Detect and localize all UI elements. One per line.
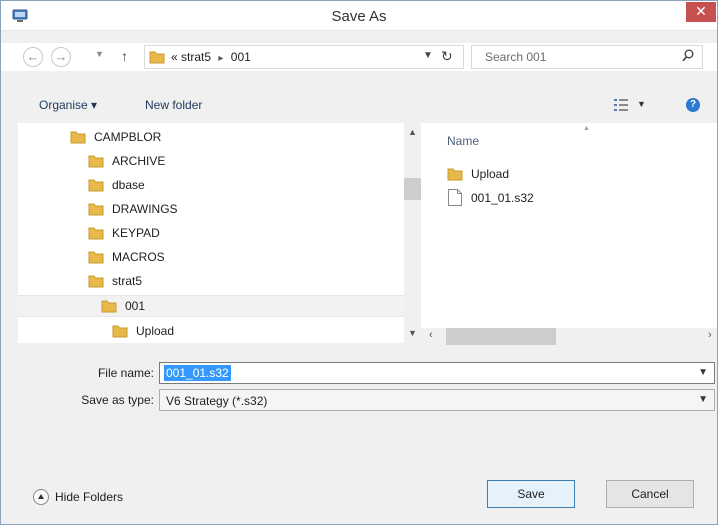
back-button[interactable]: ← (23, 47, 43, 67)
address-dropdown-icon[interactable]: ▼ (423, 50, 433, 61)
folder-icon (149, 51, 165, 64)
chevron-down-icon[interactable]: ▼ (698, 394, 708, 405)
tree-item-archive[interactable]: ARCHIVE (88, 151, 400, 171)
tree-item-001[interactable]: 001 (18, 295, 404, 317)
up-arrow-icon[interactable]: ↑ (121, 48, 128, 64)
sort-ascending-icon: ▲ (583, 125, 590, 132)
close-button[interactable]: ✕ (686, 2, 716, 22)
cancel-button[interactable]: Cancel (606, 480, 694, 508)
navigation-pane: CAMPBLOR ARCHIVE dbase DRAWINGS KEYPAD M… (18, 123, 404, 343)
savetype-value: V6 Strategy (*.s32) (166, 394, 268, 408)
tree-item-label: dbase (112, 178, 145, 192)
address-bar[interactable]: « strat5 ▸ 001 ▼ ↻ (144, 45, 464, 69)
tree-item-label: strat5 (112, 274, 143, 288)
new-folder-button[interactable]: New folder (145, 98, 202, 112)
recent-locations-dropdown[interactable]: ▼ (95, 49, 104, 59)
folder-icon (88, 251, 104, 264)
tree-item-macros[interactable]: MACROS (88, 247, 400, 267)
view-dropdown-icon[interactable]: ▼ (637, 99, 646, 109)
folder-icon (447, 168, 463, 181)
scroll-down-icon[interactable]: ▼ (408, 328, 417, 338)
scroll-up-icon[interactable]: ▲ (408, 127, 417, 137)
back-arrow-icon: ← (26, 49, 40, 64)
breadcrumb-strat5[interactable]: strat5 (181, 50, 211, 64)
breadcrumb-overflow[interactable]: « (171, 50, 178, 64)
address-row: ← → ▼ ↑ « strat5 ▸ 001 ▼ ↻ Search 001 (1, 43, 717, 71)
breadcrumb-separator-icon[interactable]: ▸ (218, 53, 223, 64)
hide-folders-label: Hide Folders (55, 490, 124, 504)
breadcrumb: « strat5 ▸ 001 (171, 50, 251, 64)
filename-label: File name: (97, 366, 154, 380)
tree-item-label: Upload (136, 324, 175, 338)
folder-icon (101, 300, 117, 313)
folder-icon (70, 131, 86, 144)
forward-arrow-icon: → (54, 49, 68, 64)
tree-item-label: DRAWINGS (112, 202, 178, 216)
collapse-up-icon (33, 489, 49, 505)
breadcrumb-001[interactable]: 001 (231, 50, 251, 64)
dialog-title: Save As (331, 8, 387, 25)
filename-input[interactable]: 001_01.s32 ▼ (159, 362, 715, 384)
view-options-icon[interactable] (614, 99, 628, 111)
tree-item-strat5[interactable]: strat5 (88, 271, 400, 291)
file-item-label: Upload (471, 167, 510, 181)
folder-icon (88, 227, 104, 240)
scroll-thumb[interactable] (446, 328, 556, 345)
tree-item-label: CAMPBLOR (94, 130, 162, 144)
tree-item-keypad[interactable]: KEYPAD (88, 223, 400, 243)
folder-icon (88, 203, 104, 216)
title-bar[interactable]: Save As ✕ (1, 1, 717, 31)
tree-item-label: ARCHIVE (112, 154, 166, 168)
tree-item-upload[interactable]: Upload (112, 321, 400, 341)
file-list-scrollbar[interactable]: ‹ › (421, 328, 717, 345)
save-as-dialog: Save As ✕ ← → ▼ ↑ « strat5 ▸ 001 ▼ ↻ Sea… (0, 0, 718, 525)
search-input[interactable]: Search 001 (471, 45, 703, 69)
file-item-001-01[interactable]: 001_01.s32 (447, 189, 597, 209)
forward-button[interactable]: → (51, 47, 71, 67)
save-button[interactable]: Save (487, 480, 575, 508)
tree-item-campblor[interactable]: CAMPBLOR (70, 127, 400, 147)
folder-icon (88, 155, 104, 168)
search-placeholder: Search 001 (485, 50, 547, 64)
filename-value: 001_01.s32 (164, 365, 231, 381)
tree-item-drawings[interactable]: DRAWINGS (88, 199, 400, 219)
file-icon (448, 189, 462, 206)
organise-button[interactable]: Organise ▾ (39, 98, 97, 112)
folder-icon (112, 325, 128, 338)
savetype-select[interactable]: V6 Strategy (*.s32) ▼ (159, 389, 715, 411)
scroll-left-icon[interactable]: ‹ (429, 329, 433, 341)
scroll-thumb[interactable] (404, 178, 421, 200)
file-list-pane: ▲ Name Upload 001_01.s32 (421, 123, 717, 328)
savetype-label: Save as type: (81, 393, 154, 407)
tree-item-label: KEYPAD (112, 226, 160, 240)
search-icon (682, 49, 694, 62)
tree-item-label: 001 (125, 299, 146, 313)
tree-item-dbase[interactable]: dbase (88, 175, 400, 195)
navigation-scrollbar[interactable]: ▲ ▼ (404, 123, 421, 343)
file-item-label: 001_01.s32 (471, 191, 534, 205)
help-icon[interactable]: ? (686, 98, 700, 112)
folder-icon (88, 275, 104, 288)
column-header-name[interactable]: Name (447, 134, 479, 148)
chevron-down-icon[interactable]: ▼ (698, 367, 708, 378)
scroll-right-icon[interactable]: › (708, 329, 712, 341)
file-item-upload[interactable]: Upload (447, 165, 597, 185)
refresh-icon[interactable]: ↻ (441, 48, 453, 65)
toolbar: Organise ▾ New folder ▼ ? (1, 91, 717, 121)
tree-item-label: MACROS (112, 250, 165, 264)
folder-icon (88, 179, 104, 192)
